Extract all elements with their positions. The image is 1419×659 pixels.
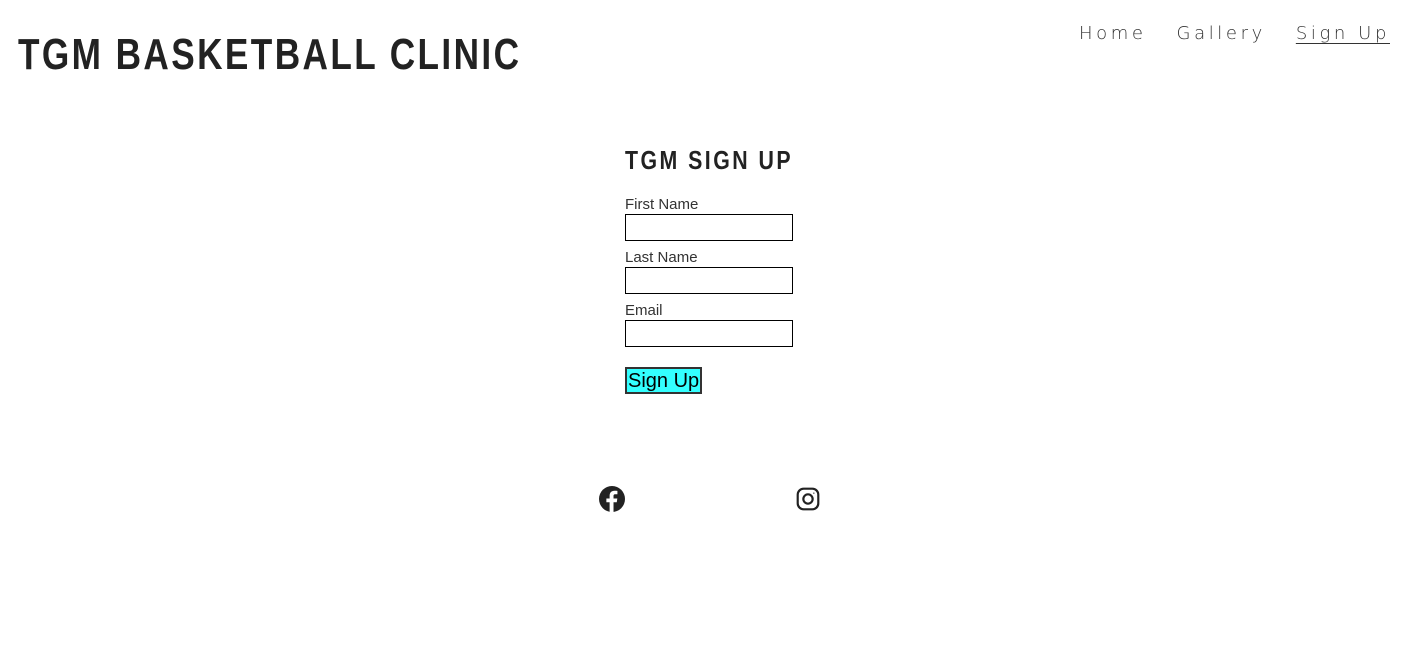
first-name-input[interactable] [625,214,793,241]
instagram-icon[interactable] [795,486,821,512]
site-title: TGM BASKETBALL CLINIC [18,30,522,79]
form-heading: TGM SIGN UP [625,145,794,175]
first-name-label: First Name [625,196,699,213]
last-name-input[interactable] [625,267,793,294]
main-nav: Home Gallery Sign Up [1079,22,1390,46]
email-input[interactable] [625,320,793,347]
nav-link-home[interactable]: Home [1079,22,1147,46]
last-name-label: Last Name [625,249,698,266]
email-label: Email [625,302,663,319]
sign-up-form: TGM SIGN UP First Name Last Name Email S… [625,142,865,394]
nav-link-gallery[interactable]: Gallery [1177,22,1266,46]
sign-up-button[interactable]: Sign Up [625,367,703,394]
nav-link-sign-up[interactable]: Sign Up [1296,22,1390,46]
facebook-icon[interactable] [599,486,625,512]
